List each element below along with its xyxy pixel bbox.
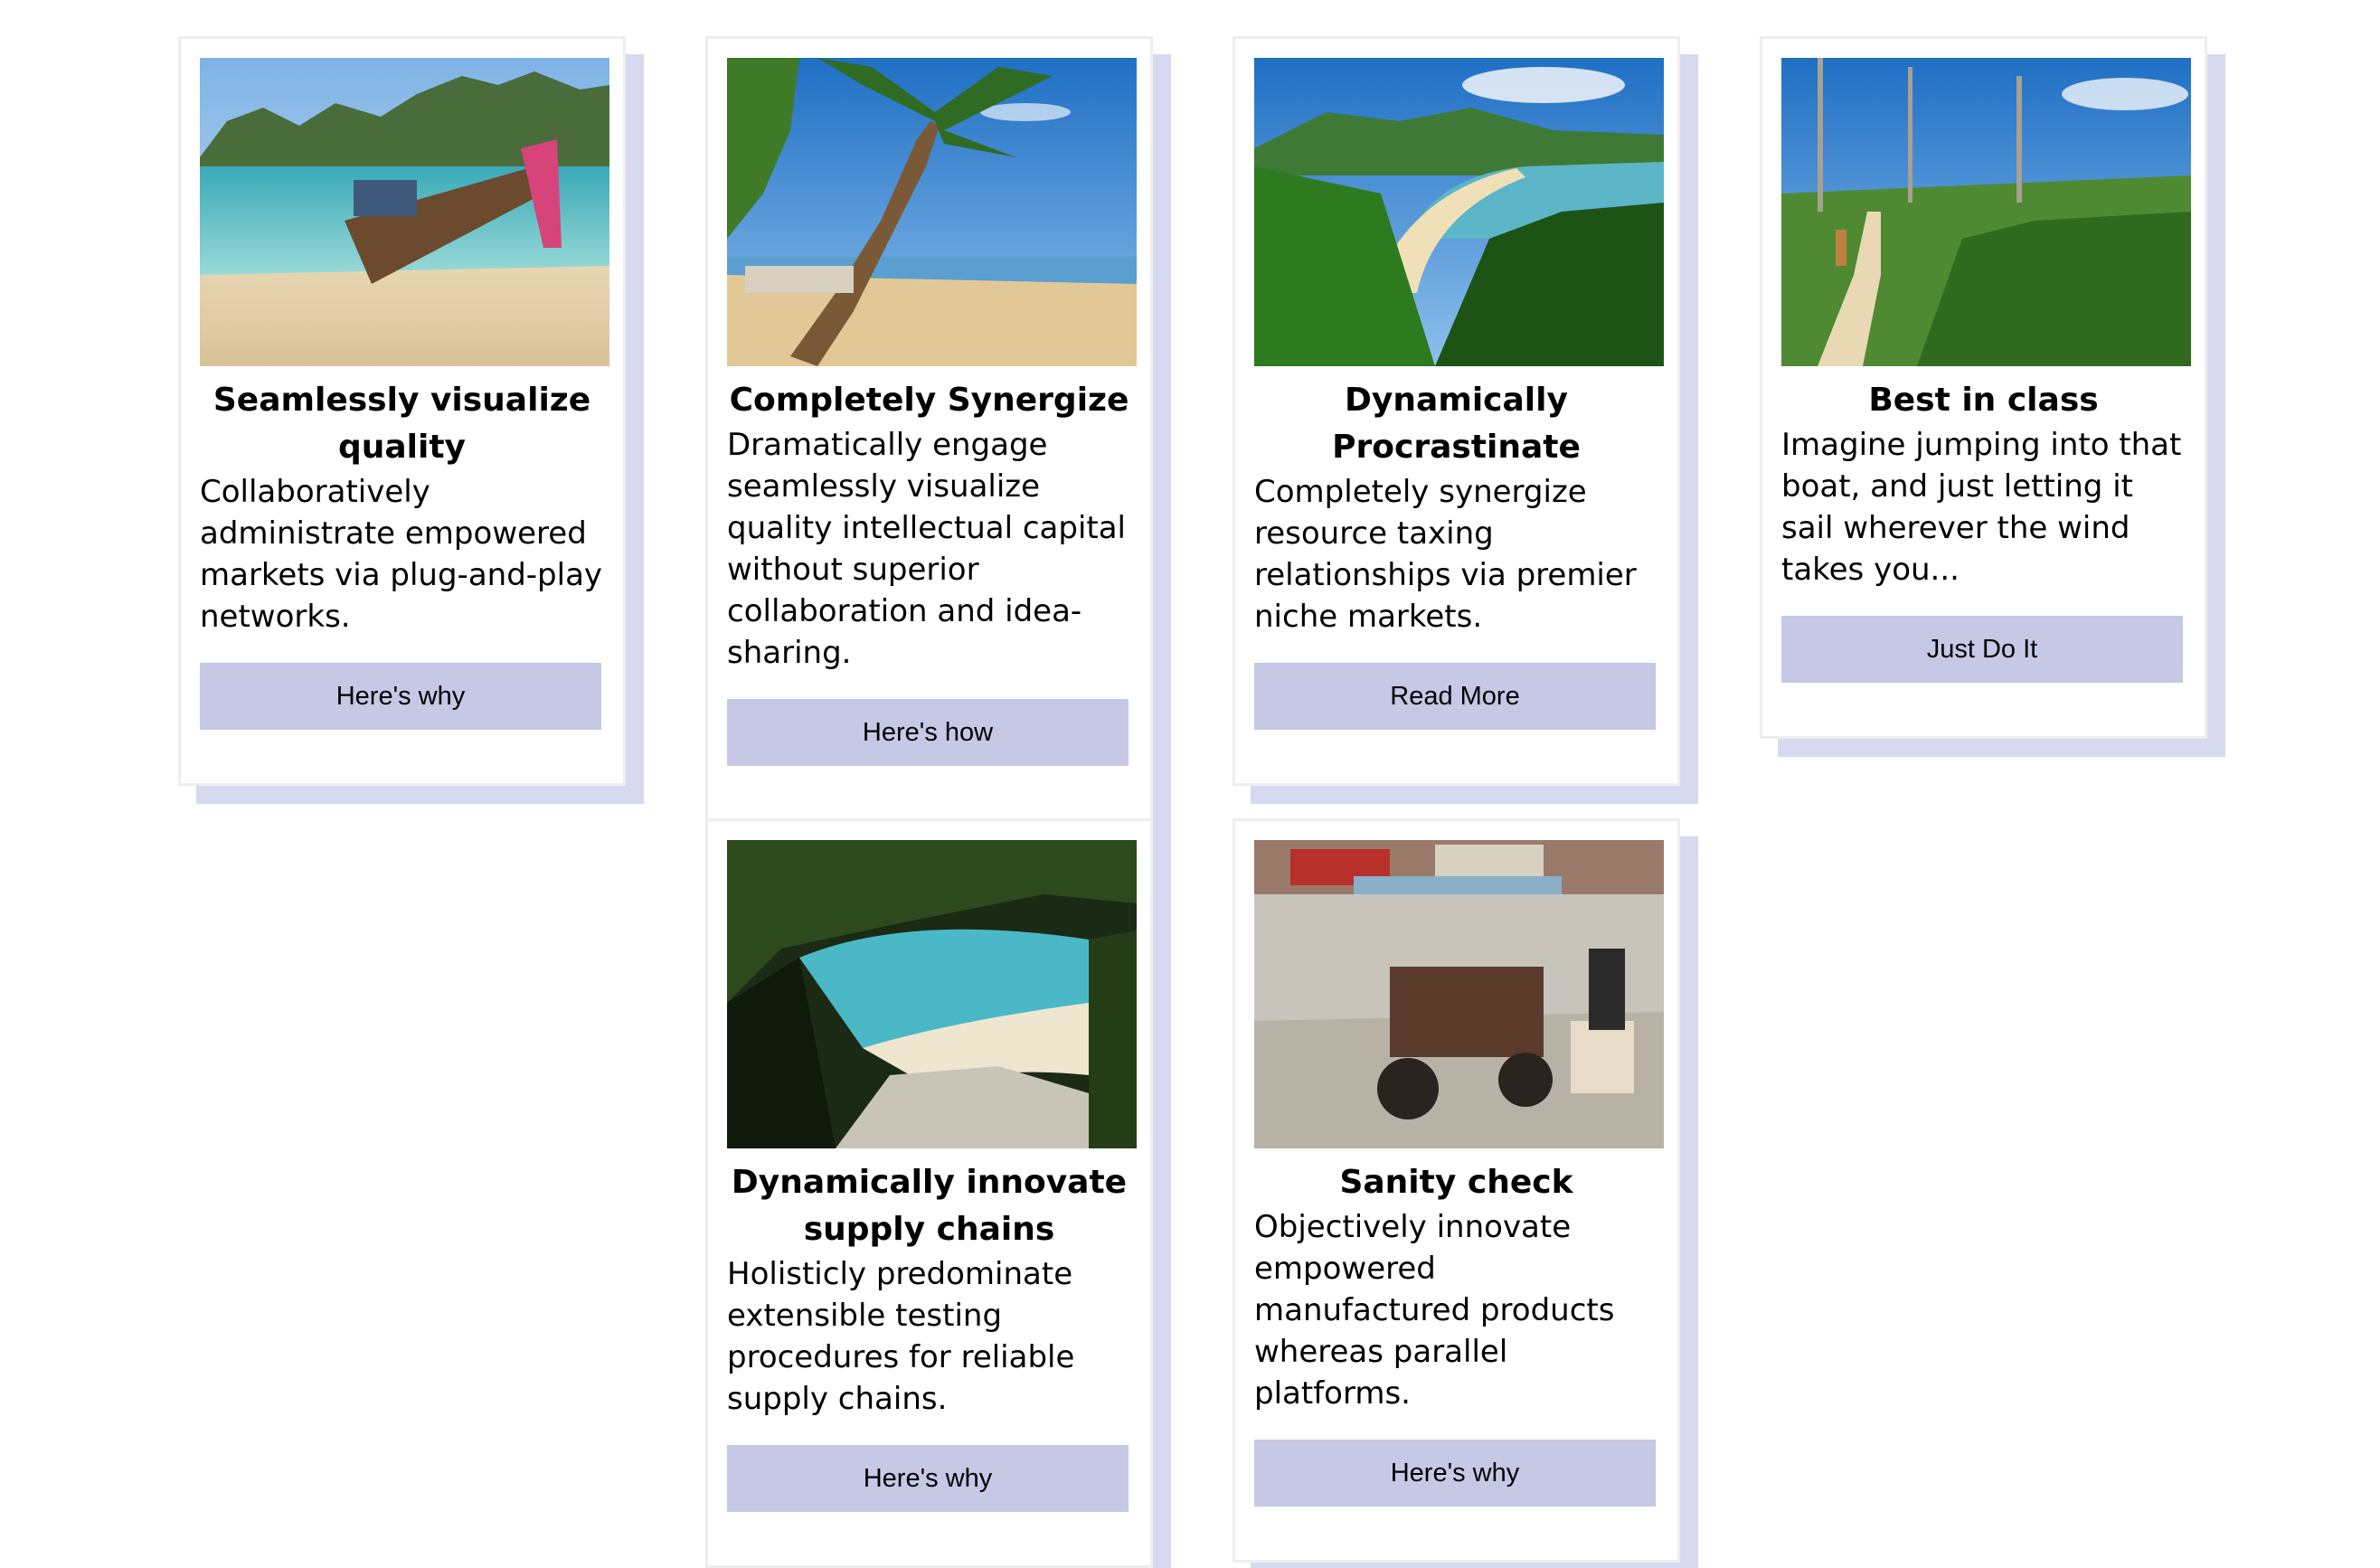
card-text: Objectively innovate empowered manufactu… [1254, 1209, 1615, 1412]
card-title: Best in class [1868, 382, 2099, 419]
heres-why-button[interactable]: Here's why [727, 1445, 1129, 1512]
card-title: Dynamically innovate supply chains [731, 1164, 1128, 1248]
card-image [1781, 58, 2191, 366]
card: Seamlessly visualize quality Collaborati… [178, 36, 626, 786]
card-text: Holisticly predominate extensible testin… [727, 1256, 1075, 1417]
heres-why-button[interactable]: Here's why [1254, 1440, 1656, 1507]
just-do-it-button[interactable]: Just Do It [1781, 616, 2183, 683]
card-title: Completely Synergize [729, 382, 1129, 419]
card-title: Sanity check [1339, 1164, 1573, 1201]
card-text: Completely synergize resource taxing rel… [1254, 474, 1637, 635]
card: Best in class Imagine jumping into that … [1760, 36, 2207, 739]
card-text: Imagine jumping into that boat, and just… [1781, 427, 2182, 588]
heres-why-button[interactable]: Here's why [200, 663, 601, 730]
heres-how-button[interactable]: Here's how [727, 699, 1129, 766]
card-image [727, 58, 1137, 366]
card-text: Dramatically engage seamlessly visualize… [727, 427, 1127, 671]
card-image [727, 840, 1137, 1148]
card-text: Collaboratively administrate empowered m… [200, 474, 603, 635]
card: Completely Synergize Dramatically engage… [705, 36, 1153, 822]
card-title: Seamlessly visualize quality [212, 382, 591, 466]
card: Sanity check Objectively innovate empowe… [1232, 818, 1680, 1563]
card-title: Dynamically Procrastinate [1332, 382, 1581, 466]
card: Dynamically Procrastinate Completely syn… [1232, 36, 1680, 786]
card-image [200, 58, 609, 366]
card-image [1254, 58, 1664, 366]
card-image [1254, 840, 1664, 1148]
read-more-button[interactable]: Read More [1254, 663, 1656, 730]
